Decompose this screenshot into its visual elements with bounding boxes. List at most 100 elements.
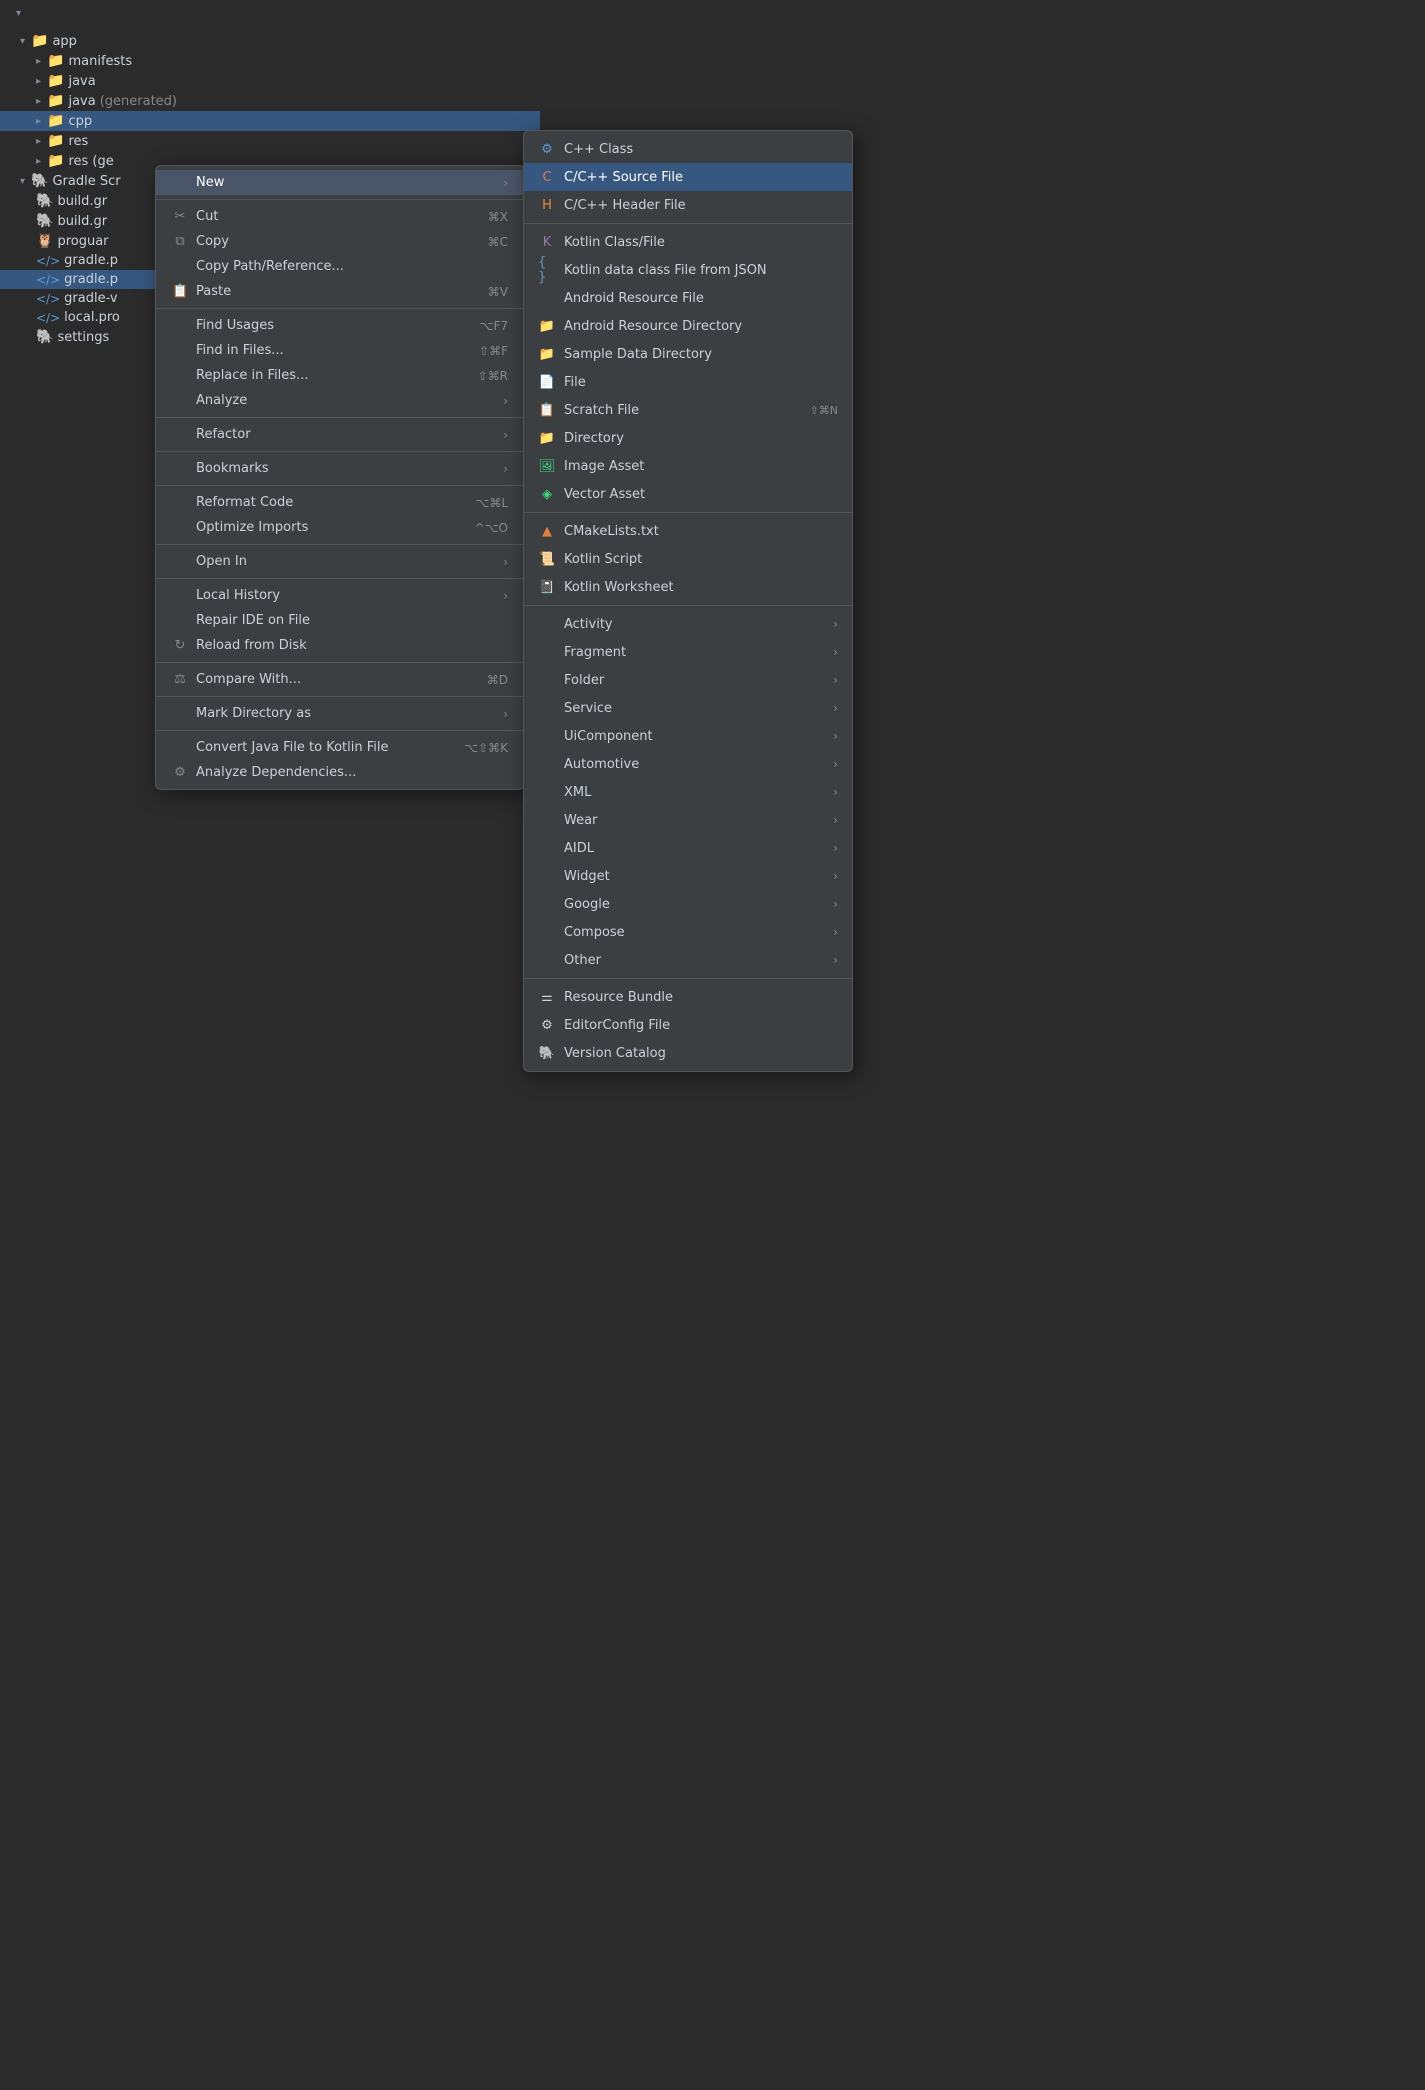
sub-menu-item-fragment[interactable]: Fragment› [524,638,852,666]
menu-item-replace-in-files[interactable]: Replace in Files...⇧⌘R [156,363,524,388]
menu-label: Copy Path/Reference... [196,259,344,274]
sub-menu-icon: ◈ [538,485,556,503]
sub-menu-item-android-res-dir[interactable]: 📁Android Resource Directory [524,312,852,340]
sub-menu-item-compose[interactable]: Compose› [524,918,852,946]
menu-item-cut[interactable]: ✂Cut⌘X [156,204,524,229]
sub-menu-arrow: › [833,925,838,939]
sub-menu-item-aidl[interactable]: AIDL› [524,834,852,862]
gradle-icon: 🐘 [36,213,53,229]
menu-item-analyze-deps[interactable]: ⚙Analyze Dependencies... [156,760,524,785]
menu-item-left: Convert Java File to Kotlin File [172,740,388,755]
sub-menu-icon-empty [538,839,556,857]
sub-menu-item-kotlin-script[interactable]: 📜Kotlin Script [524,545,852,573]
sub-menu-item-cpp-source[interactable]: CC/C++ Source File [524,163,852,191]
tree-label: res [68,134,88,149]
title-dropdown-arrow[interactable]: ▾ [16,8,21,19]
sub-menu-item-service[interactable]: Service› [524,694,852,722]
menu-item-refactor[interactable]: Refactor› [156,422,524,447]
menu-item-compare-with[interactable]: ⚖Compare With...⌘D [156,667,524,692]
sub-menu-icon-empty [538,727,556,745]
sub-menu-item-vector-asset[interactable]: ◈ Vector Asset [524,480,852,508]
sub-menu-separator [524,512,852,513]
tree-item-java-gen[interactable]: ▸📁java (generated) [0,91,540,111]
sub-menu-icon: K [538,233,556,251]
sub-menu-icon: 📓 [538,578,556,596]
folder-icon: 📁 [47,73,64,89]
sub-menu-item-kotlin-worksheet[interactable]: 📓Kotlin Worksheet [524,573,852,601]
menu-shortcut: ^⌥O [475,521,508,535]
sub-menu-item-xml[interactable]: XML› [524,778,852,806]
sub-menu-label: Vector Asset [564,487,645,502]
sub-menu-item-image-asset[interactable]: 🖼Image Asset [524,452,852,480]
sub-menu-item-ui-component[interactable]: UiComponent› [524,722,852,750]
menu-item-reload[interactable]: ↻Reload from Disk [156,633,524,658]
xml-icon: </> [36,292,60,306]
sub-menu-icon: 📋 [538,401,556,419]
sub-menu-item-activity[interactable]: Activity› [524,610,852,638]
sub-menu-arrow: › [833,841,838,855]
menu-item-left: ✂Cut [172,209,218,224]
menu-arrow: › [503,707,508,721]
menu-item-optimize[interactable]: Optimize Imports^⌥O [156,515,524,540]
menu-item-left: ⧉Copy [172,234,229,249]
menu-shortcut: ⌥⌘L [475,496,508,510]
sub-menu-item-google[interactable]: Google› [524,890,852,918]
sub-menu-label: Kotlin Class/File [564,235,665,250]
sub-menu-item-left: ⚙C++ Class [538,140,633,158]
menu-item-open-in[interactable]: Open In› [156,549,524,574]
tree-item-res[interactable]: ▸📁res [0,131,540,151]
menu-item-new[interactable]: New› [156,170,524,195]
menu-item-copy-path[interactable]: Copy Path/Reference... [156,254,524,279]
tree-item-java[interactable]: ▸📁java [0,71,540,91]
sub-menu-item-folder[interactable]: Folder› [524,666,852,694]
sub-menu-item-android-res-file[interactable]: Android Resource File [524,284,852,312]
sub-menu-item-file[interactable]: 📄File [524,368,852,396]
tree-arrow: ▸ [36,76,41,87]
tree-item-manifests[interactable]: ▸📁manifests [0,51,540,71]
sub-menu-item-directory[interactable]: 📁Directory [524,424,852,452]
sub-menu-item-left: 🖼Image Asset [538,457,644,475]
tree-label: build.gr [57,214,107,229]
sub-menu-item-cmake[interactable]: ▲CMakeLists.txt [524,517,852,545]
sub-menu-item-kotlin-class[interactable]: K Kotlin Class/File [524,228,852,256]
menu-label: Bookmarks [196,461,269,476]
sub-menu-item-version-catalog[interactable]: 🐘Version Catalog [524,1039,852,1067]
sub-menu-item-editorconfig[interactable]: ⚙EditorConfig File [524,1011,852,1039]
tree-item-cpp[interactable]: ▸📁cpp [0,111,540,131]
menu-item-repair-ide[interactable]: Repair IDE on File [156,608,524,633]
menu-shortcut: ⌘D [487,673,508,687]
menu-item-left: Replace in Files... [172,368,308,383]
sub-menu-item-widget[interactable]: Widget› [524,862,852,890]
menu-label: Replace in Files... [196,368,308,383]
sub-menu-item-sample-data[interactable]: 📁Sample Data Directory [524,340,852,368]
tree-label: proguar [57,234,108,249]
menu-item-reformat[interactable]: Reformat Code⌥⌘L [156,490,524,515]
menu-item-analyze[interactable]: Analyze› [156,388,524,413]
sub-menu-item-cpp-class[interactable]: ⚙C++ Class [524,135,852,163]
menu-label: Analyze [196,393,247,408]
menu-item-find-usages[interactable]: Find Usages⌥F7 [156,313,524,338]
sub-menu-item-kotlin-data[interactable]: { }Kotlin data class File from JSON [524,256,852,284]
sub-menu-item-automotive[interactable]: Automotive› [524,750,852,778]
sub-menu-item-wear[interactable]: Wear› [524,806,852,834]
sub-menu-item-scratch[interactable]: 📋Scratch File⇧⌘N [524,396,852,424]
sub-menu-separator [524,978,852,979]
sub-menu-item-other[interactable]: Other› [524,946,852,974]
sub-menu-item-left: UiComponent [538,727,653,745]
tree-item-app[interactable]: ▾📁app [0,31,540,51]
sub-menu-item-left: Other [538,951,601,969]
menu-item-left: 📋Paste [172,284,231,299]
sub-menu-icon: 🖼 [538,457,556,475]
sub-menu-icon-empty [538,867,556,885]
menu-item-bookmarks[interactable]: Bookmarks› [156,456,524,481]
sub-menu-label: Version Catalog [564,1046,666,1061]
menu-item-convert-java[interactable]: Convert Java File to Kotlin File⌥⇧⌘K [156,735,524,760]
menu-item-paste[interactable]: 📋Paste⌘V [156,279,524,304]
menu-item-find-in-files[interactable]: Find in Files...⇧⌘F [156,338,524,363]
menu-item-mark-dir[interactable]: Mark Directory as› [156,701,524,726]
sub-menu-item-cpp-header[interactable]: HC/C++ Header File [524,191,852,219]
menu-item-copy[interactable]: ⧉Copy⌘C [156,229,524,254]
sub-menu-item-resource-bundle[interactable]: ⚌Resource Bundle [524,983,852,1011]
menu-item-left: Bookmarks [172,461,269,476]
menu-item-local-history[interactable]: Local History› [156,583,524,608]
